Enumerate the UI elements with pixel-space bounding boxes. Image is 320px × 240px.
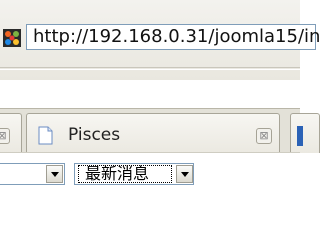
dropdown-select-2[interactable]: 最新消息 bbox=[74, 163, 194, 185]
tab-strip: ⊠ Pisces ⊠ bbox=[0, 108, 320, 153]
chevron-down-icon bbox=[51, 172, 59, 177]
dropdown-button[interactable] bbox=[46, 165, 63, 183]
dropdown-select-1[interactable] bbox=[0, 163, 65, 185]
toolbar-separator-highlight bbox=[0, 69, 300, 70]
page-icon bbox=[38, 126, 53, 145]
tab-pisces[interactable]: Pisces ⊠ bbox=[26, 113, 280, 153]
joomla-logo-icon bbox=[2, 28, 22, 48]
blue-tab-icon bbox=[297, 126, 303, 146]
close-icon[interactable]: ⊠ bbox=[0, 128, 10, 144]
tab-next[interactable] bbox=[290, 113, 320, 153]
address-url: http://192.168.0.31/joomla15/in bbox=[33, 26, 320, 47]
chevron-down-icon bbox=[181, 172, 189, 177]
tab-label: Pisces bbox=[68, 125, 121, 145]
address-bar[interactable]: http://192.168.0.31/joomla15/in bbox=[26, 24, 320, 50]
content-area bbox=[0, 80, 300, 108]
toolbar-separator bbox=[0, 67, 300, 68]
page-form: 最新消息 bbox=[0, 152, 300, 200]
close-icon[interactable]: ⊠ bbox=[256, 128, 272, 144]
dropdown-button[interactable] bbox=[176, 165, 193, 183]
browser-toolbar: http://192.168.0.31/joomla15/in bbox=[0, 0, 320, 80]
tab-previous[interactable]: ⊠ bbox=[0, 113, 22, 153]
dropdown-selected-value: 最新消息 bbox=[78, 165, 172, 183]
